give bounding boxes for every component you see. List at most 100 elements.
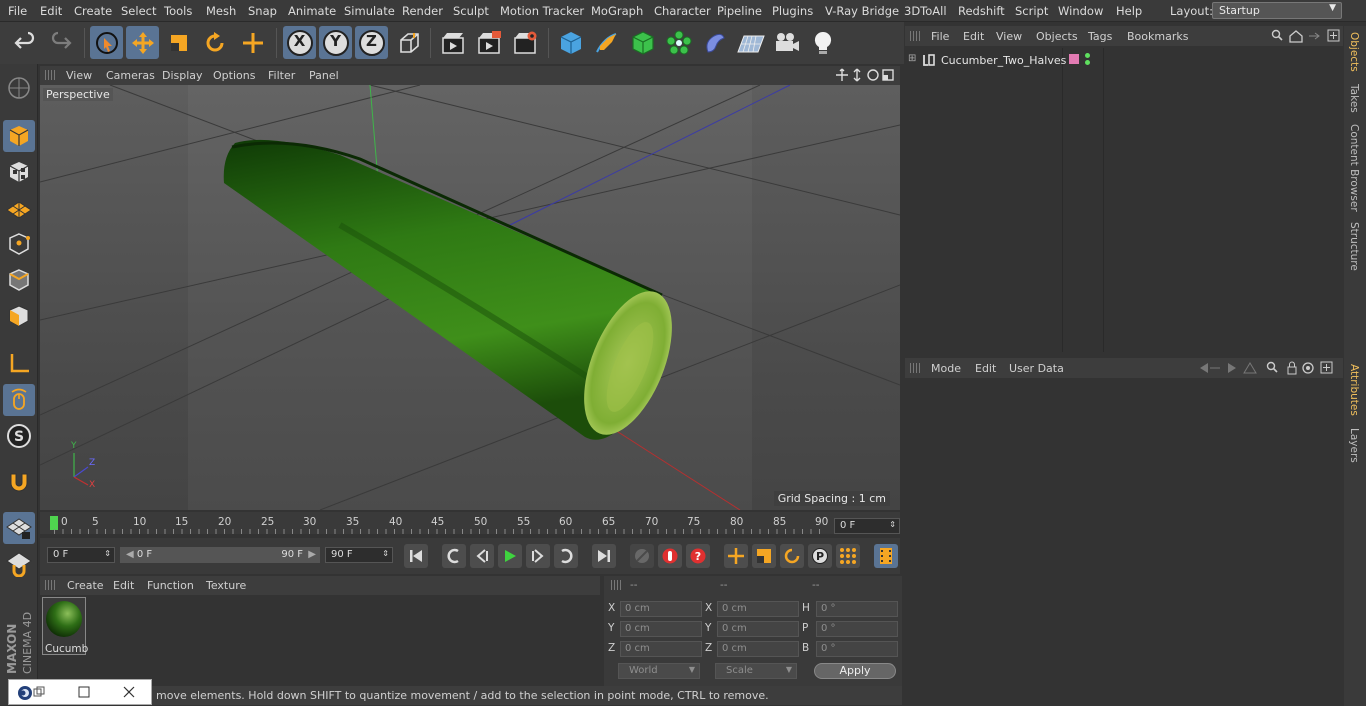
record-disabled-button[interactable] — [630, 544, 654, 568]
perspective-viewport[interactable]: Y Z X Perspective Grid Spacing : 1 cm — [40, 85, 900, 510]
tab-attributes[interactable]: Attributes — [1348, 364, 1360, 416]
menu-mograph[interactable]: MoGraph — [591, 4, 643, 18]
menu-create[interactable]: Create — [74, 4, 112, 18]
menu-vray-bridge[interactable]: V-Ray Bridge — [825, 4, 899, 18]
object-row[interactable]: ⊞ Cucumber_Two_Halves — [905, 50, 1343, 70]
redo-button[interactable] — [44, 26, 77, 59]
workplane-lock-button[interactable] — [3, 512, 35, 544]
live-selection-button[interactable] — [90, 26, 123, 59]
size-z-field[interactable]: 0 cm — [717, 641, 799, 657]
tweak-mode-button[interactable] — [3, 384, 35, 416]
menu-snap[interactable]: Snap — [248, 4, 277, 18]
key-rotation-button[interactable] — [780, 544, 804, 568]
start-frame-field[interactable]: 0 F ⇕ — [47, 547, 115, 563]
tab-objects[interactable]: Objects — [1348, 32, 1360, 72]
move-tool-button[interactable] — [126, 26, 159, 59]
key-position-button[interactable] — [724, 544, 748, 568]
y-axis-lock-button[interactable]: Y — [319, 26, 352, 59]
material-menu-texture[interactable]: Texture — [206, 579, 246, 592]
material-menu-create[interactable]: Create — [67, 579, 104, 592]
menu-mesh[interactable]: Mesh — [206, 4, 236, 18]
menu-help[interactable]: Help — [1116, 4, 1142, 18]
key-pla-button[interactable] — [836, 544, 860, 568]
render-settings-button[interactable] — [508, 26, 541, 59]
undo-button[interactable] — [8, 26, 41, 59]
position-x-field[interactable]: 0 cm — [620, 601, 702, 617]
menu-edit[interactable]: Edit — [40, 4, 62, 18]
coordinate-system-button[interactable] — [392, 26, 425, 59]
transform-tool-button[interactable] — [236, 26, 269, 59]
previous-frame-button[interactable] — [470, 544, 494, 568]
menu-redshift[interactable]: Redshift — [958, 4, 1005, 18]
position-z-field[interactable]: 0 cm — [620, 641, 702, 657]
camera-button[interactable] — [770, 26, 803, 59]
viewport-navigation-icons[interactable] — [835, 68, 897, 82]
texture-mode-button[interactable] — [3, 156, 35, 188]
rotate-tool-button[interactable] — [198, 26, 231, 59]
tab-takes[interactable]: Takes — [1348, 84, 1360, 113]
menu-select[interactable]: Select — [121, 4, 156, 18]
tab-layers[interactable]: Layers — [1348, 428, 1360, 463]
layer-color-swatch[interactable] — [1069, 54, 1079, 64]
close-icon[interactable] — [123, 686, 135, 698]
rotation-p-field[interactable]: 0 ° — [816, 621, 898, 637]
key-scale-button[interactable] — [752, 544, 776, 568]
playhead-marker[interactable] — [50, 516, 58, 530]
objects-menu-objects[interactable]: Objects — [1036, 30, 1078, 43]
viewport-menu-cameras[interactable]: Cameras — [106, 69, 155, 82]
previous-key-button[interactable] — [442, 544, 466, 568]
menu-file[interactable]: File — [8, 4, 27, 18]
objects-menu-tags[interactable]: Tags — [1088, 30, 1112, 43]
viewport-menu-view[interactable]: View — [66, 69, 92, 82]
locked-workplane-button[interactable] — [3, 548, 35, 580]
position-y-field[interactable]: 0 cm — [620, 621, 702, 637]
menu-motion-tracker[interactable]: Motion Tracker — [500, 4, 584, 18]
menu-pipeline[interactable]: Pipeline — [717, 4, 762, 18]
material-swatch[interactable]: Cucumb — [42, 597, 88, 655]
next-key-button[interactable] — [554, 544, 578, 568]
apply-button[interactable]: Apply — [814, 663, 896, 679]
objects-menu-view[interactable]: View — [996, 30, 1022, 43]
record-active-button[interactable] — [658, 544, 682, 568]
workplane-mode-button[interactable] — [3, 192, 35, 224]
go-to-end-button[interactable] — [592, 544, 616, 568]
tab-content-browser[interactable]: Content Browser — [1348, 124, 1360, 212]
subdivision-surface-button[interactable] — [626, 26, 659, 59]
attributes-menu-mode[interactable]: Mode — [931, 362, 961, 375]
scale-tool-button[interactable] — [162, 26, 195, 59]
axis-mode-button[interactable] — [3, 348, 35, 380]
end-frame-field[interactable]: 90 F ⇕ — [325, 547, 393, 563]
menu-plugins[interactable]: Plugins — [772, 4, 813, 18]
next-frame-button[interactable] — [526, 544, 550, 568]
make-editable-button[interactable] — [3, 72, 35, 104]
menu-animate[interactable]: Animate — [288, 4, 336, 18]
tab-structure[interactable]: Structure — [1348, 222, 1360, 271]
cloner-button[interactable] — [662, 26, 695, 59]
menu-window[interactable]: Window — [1058, 4, 1103, 18]
object-manager-tool-icons[interactable] — [1271, 29, 1341, 43]
attributes-menu-edit[interactable]: Edit — [975, 362, 996, 375]
viewport-menu-display[interactable]: Display — [162, 69, 203, 82]
autokey-button[interactable]: ? — [686, 544, 710, 568]
timeline-ruler[interactable]: 0 5 10 15 20 25 30 35 40 45 50 55 60 65 … — [40, 512, 900, 534]
material-menu-function[interactable]: Function — [147, 579, 194, 592]
restore-icon[interactable] — [33, 686, 45, 698]
menu-script[interactable]: Script — [1015, 4, 1048, 18]
deformer-button[interactable] — [698, 26, 731, 59]
timeline-window-button[interactable] — [874, 544, 898, 568]
light-button[interactable] — [806, 26, 839, 59]
current-frame-field[interactable]: 0 F ⇕ — [834, 518, 900, 534]
snap-settings-button[interactable]: S — [3, 420, 35, 452]
object-name[interactable]: Cucumber_Two_Halves — [941, 54, 1066, 67]
layout-select[interactable]: Startup ▼ — [1212, 2, 1342, 19]
cube-primitive-button[interactable] — [554, 26, 587, 59]
x-axis-lock-button[interactable]: X — [283, 26, 316, 59]
viewport-menu-options[interactable]: Options — [213, 69, 255, 82]
expand-icon[interactable]: ⊞ — [908, 53, 916, 64]
size-x-field[interactable]: 0 cm — [717, 601, 799, 617]
material-menu-edit[interactable]: Edit — [113, 579, 134, 592]
size-y-field[interactable]: 0 cm — [717, 621, 799, 637]
menu-simulate[interactable]: Simulate — [344, 4, 395, 18]
rotation-b-field[interactable]: 0 ° — [816, 641, 898, 657]
frame-range-slider[interactable]: ◀ 0 F 90 F ▶ — [120, 547, 320, 563]
